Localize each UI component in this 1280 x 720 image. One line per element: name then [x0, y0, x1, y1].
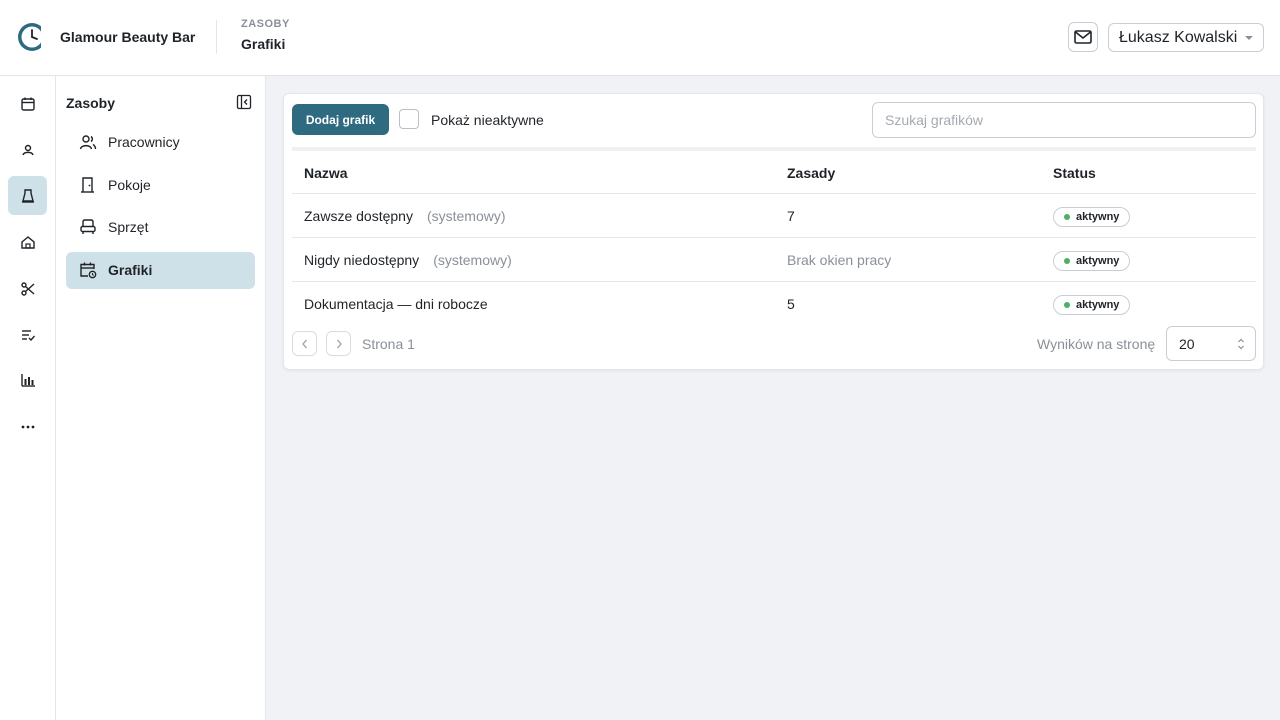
status-badge: aktywny — [1053, 251, 1131, 271]
schedule-name: Dokumentacja — dni robocze — [304, 296, 488, 312]
subnav-item-pokoje[interactable]: Pokoje — [66, 167, 255, 204]
show-inactive-label[interactable]: Pokaż nieaktywne — [431, 112, 544, 128]
table-row[interactable]: Zawsze dostępny (systemowy) 7 aktywny — [292, 193, 1256, 237]
clock-logo-icon — [18, 23, 47, 51]
breadcrumb-section: ZASOBY — [241, 18, 290, 30]
subnav-item-label: Sprzęt — [108, 219, 149, 235]
rail-services[interactable] — [8, 269, 47, 308]
show-inactive-checkbox[interactable] — [399, 109, 419, 129]
clients-icon — [21, 144, 34, 155]
chart-icon — [20, 374, 35, 387]
status-dot-icon — [1064, 214, 1070, 220]
messages-button[interactable] — [1068, 22, 1098, 52]
brand-name: Glamour Beauty Bar — [60, 29, 196, 45]
mail-icon — [1074, 30, 1092, 44]
schedule-name-cell: Zawsze dostępny (systemowy) — [304, 208, 506, 224]
per-page-select[interactable]: 20 — [1166, 326, 1256, 361]
page-title: Grafiki — [241, 36, 286, 52]
per-page-label: Wyników na stronę — [1037, 336, 1156, 352]
subnav-item-label: Grafiki — [108, 262, 153, 278]
chevron-left-icon — [301, 339, 307, 348]
more-icon — [21, 425, 34, 428]
rail-home[interactable] — [8, 223, 47, 262]
rules-count: 7 — [787, 208, 795, 224]
rules-count: 5 — [787, 296, 795, 312]
table-row[interactable]: Nigdy niedostępny (systemowy) Brak okien … — [292, 237, 1256, 281]
collapse-sidebar-icon[interactable] — [236, 94, 252, 110]
schedule-name-cell: Nigdy niedostępny (systemowy) — [304, 252, 512, 268]
user-name: Łukasz Kowalski — [1119, 29, 1238, 46]
scissors-icon — [20, 281, 34, 296]
door-icon — [81, 177, 94, 193]
subnav-item-label: Pracownicy — [108, 134, 180, 150]
status-dot-icon — [1064, 258, 1070, 264]
status-text: aktywny — [1076, 255, 1120, 267]
previous-page-button[interactable] — [292, 331, 317, 356]
add-schedule-button[interactable]: Dodaj grafik — [292, 104, 389, 135]
rail-calendar[interactable] — [8, 84, 47, 123]
icon-rail — [0, 76, 56, 720]
column-header-name[interactable]: Nazwa — [304, 165, 348, 181]
checklist-icon — [21, 329, 35, 341]
rail-tasks[interactable] — [8, 315, 47, 354]
rules-count: Brak okien pracy — [787, 252, 892, 268]
schedule-name: Zawsze dostępny — [304, 208, 413, 224]
resources-subnav: Zasoby Pracownicy Pokoje Sprzęt Grafiki — [56, 76, 266, 720]
search-input[interactable] — [872, 102, 1256, 138]
chevron-right-icon — [336, 339, 342, 348]
chevron-down-icon — [1245, 36, 1253, 40]
next-page-button[interactable] — [326, 331, 351, 356]
people-icon — [79, 135, 97, 150]
subnav-item-label: Pokoje — [108, 177, 151, 193]
table-top-rule — [292, 147, 1256, 151]
rail-more[interactable] — [8, 407, 47, 446]
resources-icon — [21, 188, 34, 203]
schedules-card: Dodaj grafik Pokaż nieaktywne Nazwa Zasa… — [283, 93, 1264, 370]
header-divider — [216, 20, 217, 54]
per-page-value: 20 — [1179, 336, 1195, 352]
top-header: Glamour Beauty Bar ZASOBY Grafiki Łukasz… — [0, 0, 1280, 76]
schedule-name-cell: Dokumentacja — dni robocze — [304, 296, 488, 312]
chair-icon — [80, 219, 96, 234]
column-header-status[interactable]: Status — [1053, 165, 1096, 181]
updown-chevron-icon — [1238, 338, 1244, 350]
status-dot-icon — [1064, 302, 1070, 308]
status-badge: aktywny — [1053, 207, 1131, 227]
subnav-item-pracownicy[interactable]: Pracownicy — [66, 124, 255, 161]
rail-reports[interactable] — [8, 361, 47, 400]
subnav-title: Zasoby — [66, 95, 116, 111]
table-row[interactable]: Dokumentacja — dni robocze 5 aktywny — [292, 281, 1256, 325]
column-header-rules[interactable]: Zasady — [787, 165, 835, 181]
calendar-clock-icon — [80, 262, 97, 279]
rail-resources[interactable] — [8, 176, 47, 215]
rail-clients[interactable] — [8, 130, 47, 169]
home-icon — [20, 236, 35, 249]
status-badge: aktywny — [1053, 295, 1131, 315]
page-indicator: Strona 1 — [362, 336, 415, 352]
system-tag: (systemowy) — [426, 208, 506, 224]
subnav-item-grafiki[interactable]: Grafiki — [66, 252, 255, 289]
subnav-item-sprzet[interactable]: Sprzęt — [66, 209, 255, 246]
schedule-name: Nigdy niedostępny — [304, 252, 420, 268]
user-menu[interactable]: Łukasz Kowalski — [1108, 23, 1264, 52]
status-text: aktywny — [1076, 211, 1120, 223]
calendar-icon — [20, 97, 35, 111]
status-text: aktywny — [1076, 299, 1120, 311]
system-tag: (systemowy) — [433, 252, 512, 268]
